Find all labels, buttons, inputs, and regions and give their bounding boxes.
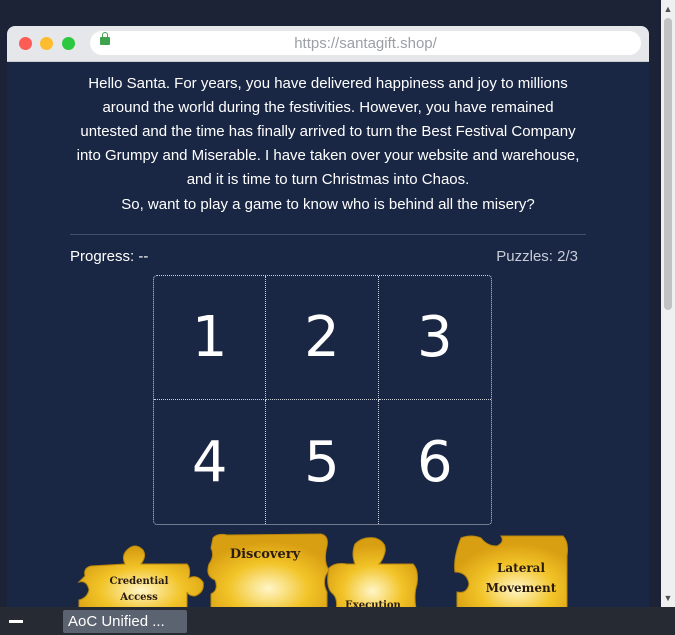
url-text: https://santagift.shop/ (294, 35, 437, 52)
puzzle-piece-execution[interactable]: Execution (325, 534, 421, 608)
grid-cell-1[interactable]: 1 (154, 276, 267, 400)
close-window-button[interactable] (19, 37, 32, 50)
puzzle-piece-credential-access[interactable]: Credential Access (77, 534, 207, 608)
grid-cell-6[interactable]: 6 (379, 400, 491, 524)
taskbar-app-button[interactable]: AoC Unified ... (63, 610, 187, 633)
scroll-down-arrow-icon[interactable]: ▼ (661, 591, 675, 605)
puzzle-piece-discovery[interactable]: Discovery (203, 532, 333, 608)
grid-cell-5[interactable]: 5 (266, 400, 379, 524)
page-content: Hello Santa. For years, you have deliver… (7, 62, 649, 608)
vertical-scrollbar[interactable]: ▲ ▼ (661, 0, 675, 607)
puzzle-grid: 1 2 3 4 5 6 (153, 275, 492, 525)
piece-label: Movement (486, 581, 557, 595)
grid-cell-4[interactable]: 4 (154, 400, 267, 524)
minimize-window-button[interactable] (40, 37, 53, 50)
address-bar[interactable]: https://santagift.shop/ (90, 31, 641, 55)
grid-cell-2[interactable]: 2 (266, 276, 379, 400)
browser-window: https://santagift.shop/ Hello Santa. For… (7, 26, 649, 608)
question-text: So, want to play a game to know who is b… (121, 196, 535, 213)
divider (70, 234, 586, 235)
intro-text: Hello Santa. For years, you have deliver… (76, 75, 580, 188)
grid-cell-3[interactable]: 3 (378, 276, 491, 400)
piece-label: Lateral (497, 561, 545, 575)
piece-label: Credential (110, 576, 169, 587)
puzzle-piece-lateral-movement[interactable]: Lateral Movement (453, 532, 569, 608)
piece-label: Discovery (230, 547, 301, 562)
taskbar: AoC Unified ... (0, 607, 675, 635)
progress-label: Progress: -- (70, 248, 149, 265)
maximize-window-button[interactable] (62, 37, 75, 50)
scrollbar-thumb[interactable] (664, 18, 672, 310)
puzzles-label: Puzzles: 2/3 (496, 248, 578, 265)
piece-label: Access (119, 592, 158, 603)
minimize-dash-icon[interactable] (9, 620, 23, 623)
browser-titlebar: https://santagift.shop/ (7, 26, 649, 62)
scroll-up-arrow-icon[interactable]: ▲ (661, 2, 675, 16)
